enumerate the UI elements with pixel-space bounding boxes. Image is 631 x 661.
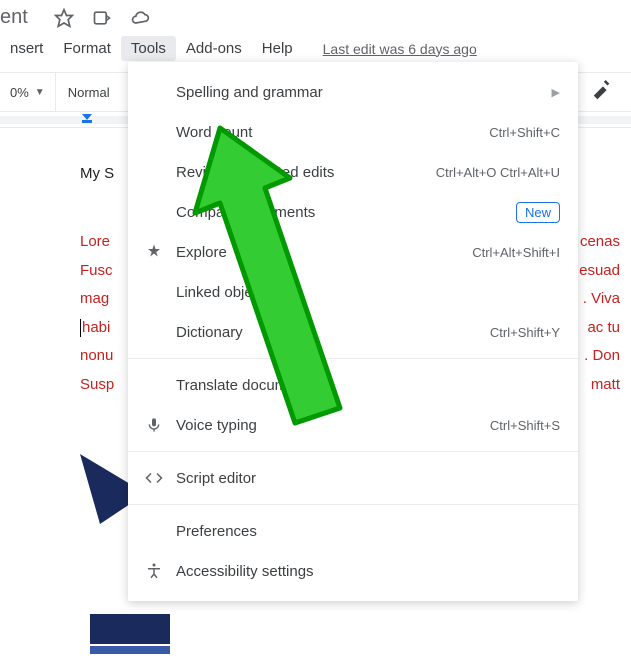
menu-item-linked-objects[interactable]: Linked objects <box>128 272 578 312</box>
menu-item-review-edits[interactable]: Review suggested edits Ctrl+Alt+O Ctrl+A… <box>128 152 578 192</box>
cloud-icon[interactable] <box>130 8 150 33</box>
shortcut: Ctrl+Shift+C <box>489 125 560 140</box>
zoom-select[interactable]: 0% ▼ <box>0 73 56 111</box>
separator <box>128 451 578 452</box>
menu-item-explore[interactable]: Explore Ctrl+Alt+Shift+I <box>128 232 578 272</box>
microphone-icon <box>142 416 166 434</box>
menu-item-dictionary[interactable]: Dictionary Ctrl+Shift+Y <box>128 312 578 352</box>
new-badge: New <box>516 202 560 223</box>
shortcut: Ctrl+Alt+O Ctrl+Alt+U <box>436 165 560 180</box>
shortcut: Ctrl+Alt+Shift+I <box>472 245 560 260</box>
submenu-arrow-icon: ▶ <box>552 86 560 99</box>
shortcut: Ctrl+Shift+S <box>490 418 560 433</box>
menu-help[interactable]: Help <box>252 36 303 61</box>
menu-item-compare[interactable]: Compare documents New <box>128 192 578 232</box>
shortcut: Ctrl+Shift+Y <box>490 325 560 340</box>
menu-item-spelling[interactable]: Spelling and grammar ▶ <box>128 72 578 112</box>
menu-bar: nsert Format Tools Add-ons Help Last edi… <box>0 36 477 61</box>
separator <box>128 358 578 359</box>
code-icon <box>142 469 166 487</box>
style-value: Normal <box>68 85 110 100</box>
menu-insert[interactable]: nsert <box>0 36 53 61</box>
menu-item-word-count[interactable]: Word count Ctrl+Shift+C <box>128 112 578 152</box>
move-icon[interactable] <box>92 8 112 33</box>
menu-item-voice-typing[interactable]: Voice typing Ctrl+Shift+S <box>128 405 578 445</box>
zoom-value: 0% <box>10 85 29 100</box>
star-icon[interactable] <box>54 8 74 33</box>
menu-item-translate[interactable]: Translate document <box>128 365 578 405</box>
accessibility-icon <box>142 562 166 580</box>
menu-item-script-editor[interactable]: Script editor <box>128 458 578 498</box>
menu-item-preferences[interactable]: Preferences <box>128 511 578 551</box>
tools-dropdown: Spelling and grammar ▶ Word count Ctrl+S… <box>128 62 578 601</box>
menu-addons[interactable]: Add-ons <box>176 36 252 61</box>
separator <box>128 504 578 505</box>
menu-format[interactable]: Format <box>53 36 121 61</box>
menu-tools[interactable]: Tools <box>121 36 176 61</box>
paragraph-style-select[interactable]: Normal <box>56 73 122 111</box>
ruler-indent-marker[interactable] <box>82 114 92 126</box>
last-edit-link[interactable]: Last edit was 6 days ago <box>323 41 477 57</box>
menu-item-accessibility[interactable]: Accessibility settings <box>128 551 578 591</box>
explore-icon <box>142 243 166 261</box>
highlight-pen-icon[interactable] <box>591 80 613 107</box>
caret-down-icon: ▼ <box>35 87 45 98</box>
